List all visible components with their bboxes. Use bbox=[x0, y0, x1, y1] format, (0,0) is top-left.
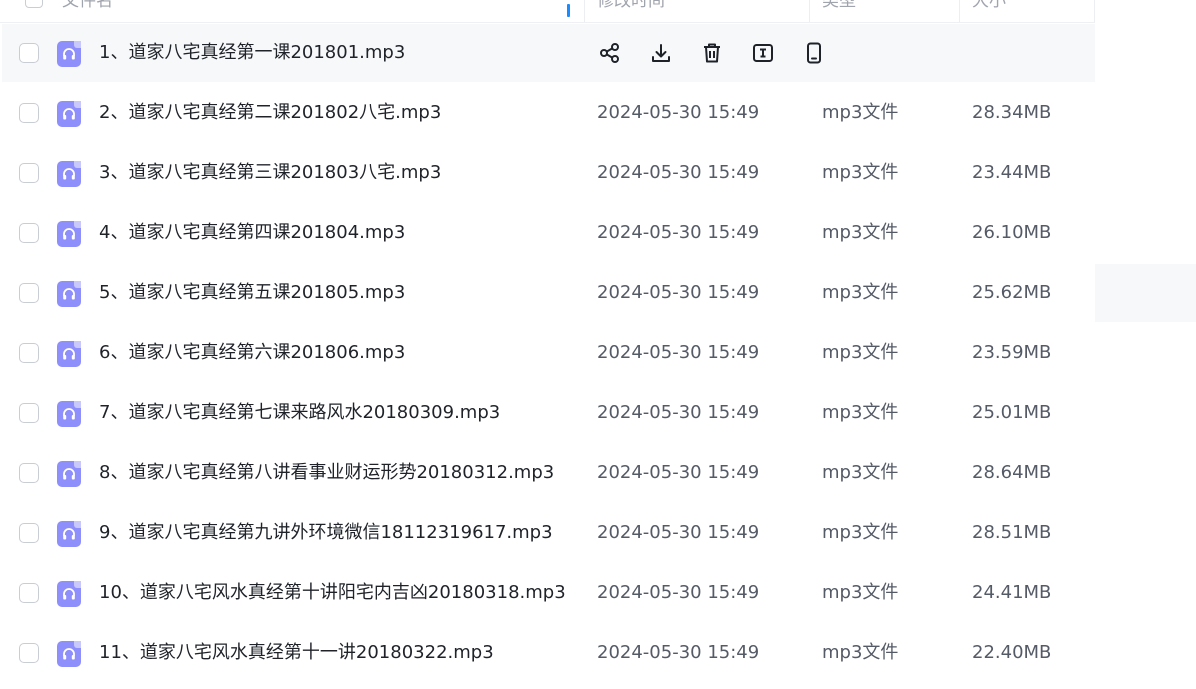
file-name[interactable]: 7、道家八宅真经第七课来路风水20180309.mp3 bbox=[99, 384, 500, 442]
file-type: mp3文件 bbox=[822, 342, 899, 363]
audio-file-icon bbox=[57, 41, 81, 67]
audio-file-icon bbox=[57, 101, 81, 127]
file-row[interactable]: 4、道家八宅真经第四课201804.mp3 2024-05-30 15:49 m… bbox=[2, 204, 1095, 262]
column-header-size[interactable]: 大小 bbox=[972, 0, 1006, 22]
file-name[interactable]: 3、道家八宅真经第三课201803八宅.mp3 bbox=[99, 144, 441, 202]
file-row[interactable]: 11、道家八宅风水真经第十一讲20180322.mp3 2024-05-30 1… bbox=[2, 624, 1095, 682]
file-type: mp3文件 bbox=[822, 522, 899, 543]
file-name[interactable]: 4、道家八宅真经第四课201804.mp3 bbox=[99, 204, 405, 262]
row-checkbox[interactable] bbox=[19, 343, 39, 363]
row-checkbox[interactable] bbox=[19, 643, 39, 663]
audio-file-icon bbox=[57, 521, 81, 547]
row-checkbox[interactable] bbox=[19, 283, 39, 303]
file-size: 26.10MB bbox=[972, 222, 1052, 243]
file-modified-time: 2024-05-30 15:49 bbox=[597, 282, 760, 303]
file-name[interactable]: 6、道家八宅真经第六课201806.mp3 bbox=[99, 324, 405, 382]
rename-icon[interactable] bbox=[751, 41, 775, 65]
file-row[interactable]: 7、道家八宅真经第七课来路风水20180309.mp3 2024-05-30 1… bbox=[2, 384, 1095, 442]
file-row[interactable]: 6、道家八宅真经第六课201806.mp3 2024-05-30 15:49 m… bbox=[2, 324, 1095, 382]
file-type: mp3文件 bbox=[822, 462, 899, 483]
file-modified-time: 2024-05-30 15:49 bbox=[597, 222, 760, 243]
file-row[interactable]: 1、道家八宅真经第一课201801.mp3 bbox=[2, 24, 1095, 82]
column-divider[interactable] bbox=[959, 0, 960, 22]
file-size: 25.62MB bbox=[972, 282, 1052, 303]
file-row[interactable]: 9、道家八宅真经第九讲外环境微信18112319617.mp3 2024-05-… bbox=[2, 504, 1095, 562]
file-size: 28.51MB bbox=[972, 522, 1052, 543]
column-divider[interactable] bbox=[1094, 0, 1095, 22]
row-checkbox[interactable] bbox=[19, 103, 39, 123]
column-header-name[interactable]: 文件名 bbox=[62, 0, 113, 22]
file-name[interactable]: 9、道家八宅真经第九讲外环境微信18112319617.mp3 bbox=[99, 504, 553, 562]
row-checkbox[interactable] bbox=[19, 583, 39, 603]
audio-file-icon bbox=[57, 281, 81, 307]
file-name[interactable]: 1、道家八宅真经第一课201801.mp3 bbox=[99, 24, 405, 82]
file-modified-time: 2024-05-30 15:49 bbox=[597, 582, 760, 603]
file-row[interactable]: 2、道家八宅真经第二课201802八宅.mp3 2024-05-30 15:49… bbox=[2, 84, 1095, 142]
file-row[interactable]: 8、道家八宅真经第八讲看事业财运形势20180312.mp3 2024-05-3… bbox=[2, 444, 1095, 502]
file-type: mp3文件 bbox=[822, 162, 899, 183]
file-type: mp3文件 bbox=[822, 222, 899, 243]
audio-file-icon bbox=[57, 581, 81, 607]
file-row[interactable]: 10、道家八宅风水真经第十讲阳宅内吉凶20180318.mp3 2024-05-… bbox=[2, 564, 1095, 622]
file-size: 23.59MB bbox=[972, 342, 1052, 363]
file-modified-time: 2024-05-30 15:49 bbox=[597, 522, 760, 543]
file-name[interactable]: 5、道家八宅真经第五课201805.mp3 bbox=[99, 264, 405, 322]
file-size: 24.41MB bbox=[972, 582, 1052, 603]
row-checkbox[interactable] bbox=[19, 463, 39, 483]
download-icon[interactable] bbox=[649, 41, 673, 65]
sort-indicator-icon bbox=[567, 4, 570, 17]
audio-file-icon bbox=[57, 401, 81, 427]
scroll-area-highlight bbox=[1095, 264, 1196, 322]
file-row[interactable]: 5、道家八宅真经第五课201805.mp3 2024-05-30 15:49 m… bbox=[2, 264, 1095, 322]
file-modified-time: 2024-05-30 15:49 bbox=[597, 342, 760, 363]
column-header-type[interactable]: 类型 bbox=[822, 0, 856, 22]
select-all-checkbox[interactable] bbox=[25, 0, 43, 8]
audio-file-icon bbox=[57, 341, 81, 367]
file-modified-time: 2024-05-30 15:49 bbox=[597, 102, 760, 123]
column-divider[interactable] bbox=[584, 0, 585, 22]
audio-file-icon bbox=[57, 161, 81, 187]
file-size: 25.01MB bbox=[972, 402, 1052, 423]
row-checkbox[interactable] bbox=[19, 223, 39, 243]
file-name[interactable]: 8、道家八宅真经第八讲看事业财运形势20180312.mp3 bbox=[99, 444, 554, 502]
column-header-modified[interactable]: 修改时间 bbox=[597, 0, 665, 22]
file-name[interactable]: 11、道家八宅风水真经第十一讲20180322.mp3 bbox=[99, 624, 494, 682]
file-size: 28.64MB bbox=[972, 462, 1052, 483]
column-divider[interactable] bbox=[809, 0, 810, 22]
file-row[interactable]: 3、道家八宅真经第三课201803八宅.mp3 2024-05-30 15:49… bbox=[2, 144, 1095, 202]
audio-file-icon bbox=[57, 461, 81, 487]
file-type: mp3文件 bbox=[822, 282, 899, 303]
share-icon[interactable] bbox=[598, 41, 622, 65]
file-size: 22.40MB bbox=[972, 642, 1052, 663]
file-modified-time: 2024-05-30 15:49 bbox=[597, 402, 760, 423]
row-checkbox[interactable] bbox=[19, 43, 39, 63]
audio-file-icon bbox=[57, 641, 81, 667]
file-type: mp3文件 bbox=[822, 402, 899, 423]
file-size: 28.34MB bbox=[972, 102, 1052, 123]
file-type: mp3文件 bbox=[822, 582, 899, 603]
file-name[interactable]: 2、道家八宅真经第二课201802八宅.mp3 bbox=[99, 84, 441, 142]
row-checkbox[interactable] bbox=[19, 523, 39, 543]
file-type: mp3文件 bbox=[822, 642, 899, 663]
file-modified-time: 2024-05-30 15:49 bbox=[597, 642, 760, 663]
row-checkbox[interactable] bbox=[19, 163, 39, 183]
phone-icon[interactable] bbox=[802, 41, 826, 65]
delete-icon[interactable] bbox=[700, 41, 724, 65]
file-size: 23.44MB bbox=[972, 162, 1052, 183]
audio-file-icon bbox=[57, 221, 81, 247]
table-header: 文件名 修改时间 类型 大小 bbox=[0, 0, 1095, 23]
row-checkbox[interactable] bbox=[19, 403, 39, 423]
file-type: mp3文件 bbox=[822, 102, 899, 123]
file-name[interactable]: 10、道家八宅风水真经第十讲阳宅内吉凶20180318.mp3 bbox=[99, 564, 566, 622]
file-modified-time: 2024-05-30 15:49 bbox=[597, 462, 760, 483]
file-modified-time: 2024-05-30 15:49 bbox=[597, 162, 760, 183]
